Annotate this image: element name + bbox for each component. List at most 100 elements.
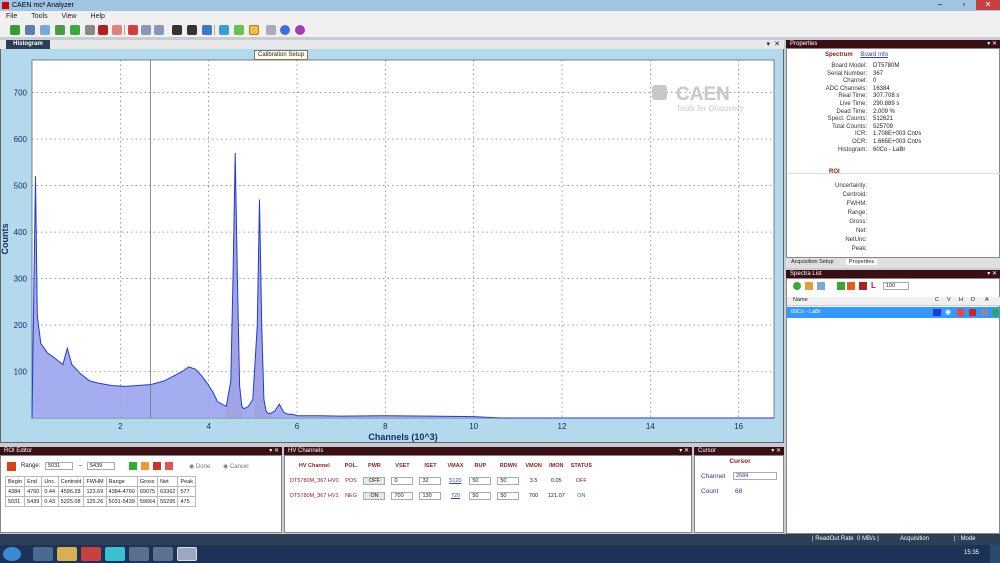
detail-icon[interactable]: [981, 309, 988, 316]
status-bar: | ReadOut Rate 0 MB/s | Acquisition | : …: [0, 534, 1000, 545]
panel-pin-icon[interactable]: ▾: [766, 40, 770, 48]
horizontal-scale-icon[interactable]: [187, 25, 197, 35]
vertical-scale-icon[interactable]: [172, 25, 182, 35]
prop-label: Live Time:: [839, 101, 867, 107]
taskbar-app2-icon[interactable]: [153, 547, 173, 561]
axis-icon[interactable]: [128, 25, 138, 35]
color-swatch[interactable]: [933, 309, 941, 316]
hv-vset-input[interactable]: 0: [391, 476, 414, 485]
properties-close-icon[interactable]: ▾ ✕: [987, 40, 997, 48]
hv-iset-input[interactable]: 32: [419, 476, 442, 485]
active-icon[interactable]: [992, 309, 999, 316]
taskbar-app-icon[interactable]: [129, 547, 149, 561]
tab-histogram[interactable]: Histogram: [6, 40, 50, 49]
save-icon[interactable]: [25, 25, 35, 35]
start-icon[interactable]: [70, 25, 80, 35]
hv-rup-input[interactable]: 50: [469, 491, 492, 500]
roi-table-row[interactable]: 4384 4760 0.44 4596.28 123.69 4384-4760 69075 6…: [4, 486, 196, 497]
stop-icon[interactable]: [85, 25, 95, 35]
export-icon[interactable]: [55, 25, 65, 35]
roi-remove-icon[interactable]: [153, 462, 161, 470]
x-axis-ticks: 2 4 6 8 10 12 14 16: [118, 422, 744, 431]
cancel-button[interactable]: ◉ Cancel: [223, 463, 249, 470]
taskbar-ie-icon[interactable]: [33, 547, 53, 561]
roi-edit-icon[interactable]: [141, 462, 149, 470]
roi-cell: 4596.28: [57, 486, 85, 497]
prop-label: OCR:: [852, 139, 867, 145]
hv-iset-input[interactable]: 130: [419, 491, 442, 500]
roi-add-icon[interactable]: [129, 462, 137, 470]
calibration-icon[interactable]: [249, 25, 259, 35]
board-info-link[interactable]: Board Info: [860, 52, 888, 58]
roi-col-header: Peak: [177, 476, 196, 487]
filter-list-icon[interactable]: [817, 282, 825, 290]
folder-icon[interactable]: [805, 282, 813, 290]
menu-help[interactable]: Help: [85, 11, 111, 22]
caen-logo-text: CAEN: [676, 84, 730, 105]
menu-file[interactable]: File: [0, 11, 23, 22]
show-desktop-button[interactable]: [990, 545, 1000, 563]
hv-vset-input[interactable]: 700: [391, 491, 414, 500]
roi-table-row[interactable]: 5031 5439 0.43 5225.08 125.26 5031-5439 59664 5…: [4, 496, 196, 507]
refresh-icon[interactable]: [202, 25, 212, 35]
clear-list-icon[interactable]: [859, 282, 867, 290]
hv-rdwn-input[interactable]: 50: [497, 476, 520, 485]
maximize-button[interactable]: ▫: [952, 0, 976, 10]
hv-close-icon[interactable]: ▾ ✕: [679, 447, 689, 455]
help-icon[interactable]: [295, 25, 305, 35]
hv-power-button[interactable]: ON: [363, 491, 386, 500]
delete-icon[interactable]: [969, 309, 976, 316]
arrow-icon[interactable]: [234, 25, 244, 35]
range-from-input[interactable]: 5031: [45, 462, 73, 470]
roi-editor-close-icon[interactable]: ▾ ✕: [269, 447, 279, 455]
pause-icon[interactable]: [98, 25, 108, 35]
spectra-combo[interactable]: 100: [883, 282, 909, 290]
hide-icon[interactable]: [957, 309, 964, 316]
app-icon: [2, 2, 9, 9]
panel-close-icon[interactable]: ✕: [774, 40, 780, 48]
hv-vmax-link[interactable]: 720: [444, 488, 466, 503]
globe-icon[interactable]: [219, 25, 229, 35]
hv-rdwn-input[interactable]: 50: [497, 491, 520, 500]
prop-value: 16384: [873, 85, 890, 92]
hv-vmax-link[interactable]: 5120: [444, 473, 466, 488]
properties-header: Properties ▾ ✕: [786, 40, 1000, 48]
clear-icon[interactable]: [112, 25, 122, 35]
add-icon[interactable]: [793, 282, 801, 290]
zoom-out-icon[interactable]: [154, 25, 164, 35]
prop-label: ADC Channels:: [825, 85, 867, 92]
taskbar-analyzer-icon[interactable]: [177, 547, 197, 561]
range-to-input[interactable]: 5439: [87, 462, 115, 470]
taskbar-folder-icon[interactable]: [57, 547, 77, 561]
histogram-chart[interactable]: 2 4 6 8 10 12 14 16 100 200 300 400 500 600 700 Chann…: [0, 49, 784, 443]
cursor-close-icon[interactable]: ▾ ✕: [771, 447, 781, 455]
stop-list-icon[interactable]: [847, 282, 855, 290]
tab-properties[interactable]: Properties: [846, 259, 878, 265]
roi-clear-icon[interactable]: [165, 462, 173, 470]
eye-icon[interactable]: ◉: [945, 308, 951, 316]
hv-power-button[interactable]: OFF: [363, 476, 386, 485]
roi-color-swatch[interactable]: [7, 462, 16, 471]
spectra-row[interactable]: 60Co - LaBr ◉: [787, 307, 1000, 318]
taskbar-skype-icon[interactable]: [105, 547, 125, 561]
done-button[interactable]: ◉ Done: [189, 463, 210, 470]
spectra-list-close-icon[interactable]: ▾ ✕: [987, 270, 997, 278]
new-icon[interactable]: [10, 25, 20, 35]
zoom-in-icon[interactable]: [141, 25, 151, 35]
line-icon[interactable]: L: [871, 281, 876, 290]
prop-value: 307.708 s: [873, 93, 900, 100]
tab-acquisition-setup[interactable]: Acquisition Setup: [788, 259, 837, 265]
search-icon[interactable]: [266, 25, 276, 35]
minimize-button[interactable]: –: [928, 0, 952, 10]
menu-view[interactable]: View: [56, 11, 83, 22]
toolbar: [0, 22, 1000, 38]
hv-channel-name: DT5780M_367 HV1: [290, 492, 339, 499]
menu-tools[interactable]: Tools: [25, 11, 53, 22]
close-button[interactable]: ✕: [976, 0, 1000, 10]
hv-rup-input[interactable]: 50: [469, 476, 492, 485]
start-button[interactable]: [3, 547, 21, 561]
taskbar-chrome-icon[interactable]: [81, 547, 101, 561]
info-icon[interactable]: [280, 25, 290, 35]
filter-icon[interactable]: [40, 25, 50, 35]
play-icon[interactable]: [837, 282, 845, 290]
